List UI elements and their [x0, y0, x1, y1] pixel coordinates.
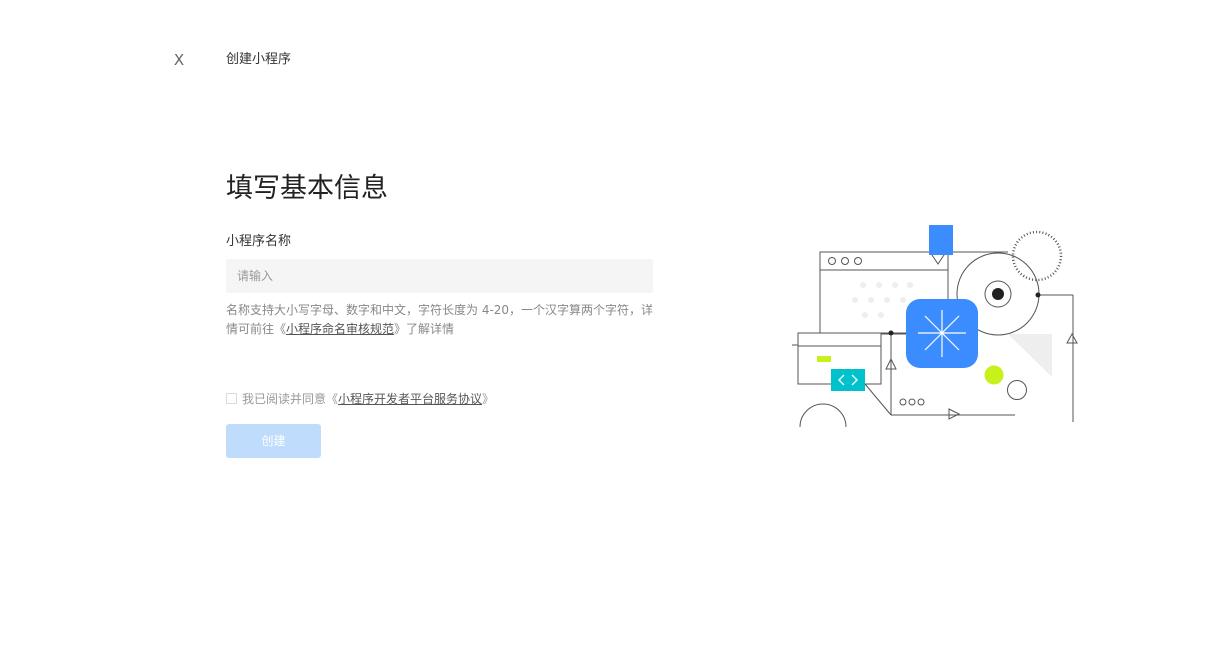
name-input[interactable] [226, 259, 653, 293]
mini-program-illustration [792, 225, 1078, 428]
agreement-prefix: 我已阅读并同意《 [242, 391, 339, 406]
code-tag-shape [831, 369, 865, 391]
agreement-suffix: 》 [482, 391, 495, 406]
create-button[interactable]: 创建 [226, 424, 321, 458]
service-agreement-link[interactable]: 小程序开发者平台服务协议 [338, 390, 482, 407]
name-field-label: 小程序名称 [226, 234, 292, 249]
close-button[interactable]: X [172, 50, 186, 70]
header-title: 创建小程序 [226, 52, 292, 67]
agreement-checkbox[interactable] [226, 392, 237, 404]
agreement-row: 我已阅读并同意《 小程序开发者平台服务协议》 [226, 388, 494, 408]
name-hint: 名称支持大小写字母、数字和中文，字符长度为 4-20，一个汉字算两个字符，详情可… [226, 301, 656, 339]
hint-suffix: 》了解详情 [394, 322, 455, 336]
page-heading: 填写基本信息 [226, 173, 388, 204]
naming-rules-link[interactable]: 小程序命名审核规范 [286, 322, 394, 336]
